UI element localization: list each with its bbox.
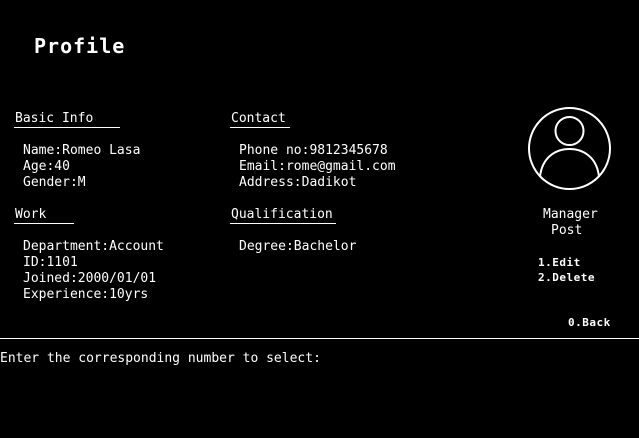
contact-phone: Phone no:9812345678	[239, 143, 388, 158]
basic-info-age: Age:40	[23, 159, 70, 174]
role-label: Manager	[543, 207, 598, 222]
work-department: Department:Account	[23, 239, 164, 254]
menu-option-delete[interactable]: 2.Delete	[538, 270, 595, 286]
page-title: Profile	[34, 34, 126, 58]
menu-option-back[interactable]: 0.Back	[568, 315, 611, 331]
work-experience: Experience:10yrs	[23, 287, 149, 302]
basic-info-heading: Basic Info	[15, 111, 94, 126]
qualification-degree: Degree:Bachelor	[239, 239, 357, 254]
qualification-heading: Qualification	[231, 207, 333, 222]
contact-underline	[230, 127, 290, 128]
work-underline	[14, 223, 74, 224]
basic-info-name: Name:Romeo Lasa	[23, 143, 141, 158]
work-heading: Work	[15, 207, 47, 222]
basic-info-gender: Gender:M	[23, 175, 86, 190]
contact-heading: Contact	[231, 111, 286, 126]
menu-option-edit[interactable]: 1.Edit	[538, 255, 581, 271]
contact-email: Email:rome@gmail.com	[239, 159, 396, 174]
contact-address: Address:Dadikot	[239, 175, 357, 190]
work-joined: Joined:2000/01/01	[23, 271, 157, 286]
user-avatar-icon	[528, 107, 611, 190]
qualification-underline	[230, 223, 336, 224]
role-sublabel: Post	[551, 223, 583, 238]
basic-info-underline	[14, 127, 120, 128]
divider	[0, 338, 639, 339]
work-id: ID:1101	[23, 255, 78, 270]
input-prompt[interactable]: Enter the corresponding number to select…	[0, 351, 321, 367]
